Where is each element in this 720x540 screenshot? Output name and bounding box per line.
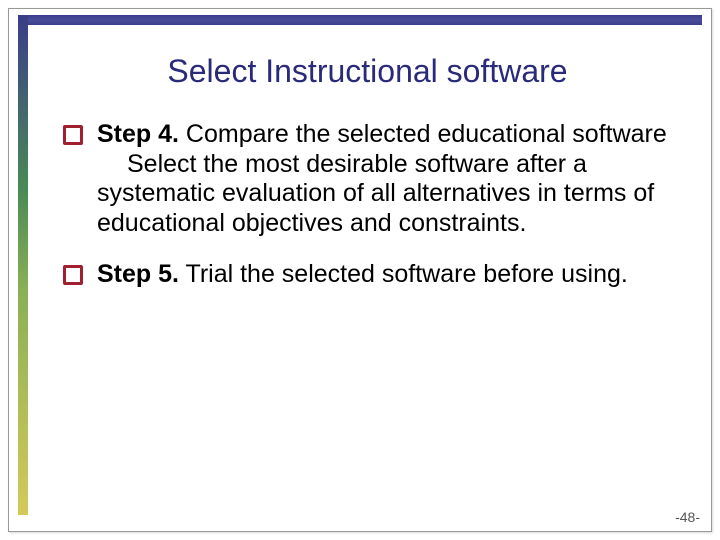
slide-title: Select Instructional software (45, 53, 690, 90)
slide-content: Select Instructional software Step 4. Co… (45, 35, 690, 510)
bullet-item: Step 5. Trial the selected software befo… (63, 260, 680, 290)
bullet-heading: Compare the selected educational softwar… (179, 120, 667, 148)
square-bullet-icon (63, 125, 83, 145)
left-accent-bar (18, 15, 28, 515)
top-accent-bar (18, 15, 702, 25)
bullet-body: Select the most desirable software after… (97, 150, 680, 239)
step-label: Step 5. (97, 260, 179, 288)
bullet-heading: Trial the selected software before using… (179, 260, 628, 288)
page-number: -48- (675, 509, 700, 525)
square-bullet-icon (63, 265, 83, 285)
bullet-item: Step 4. Compare the selected educational… (63, 120, 680, 238)
step-label: Step 4. (97, 120, 179, 148)
